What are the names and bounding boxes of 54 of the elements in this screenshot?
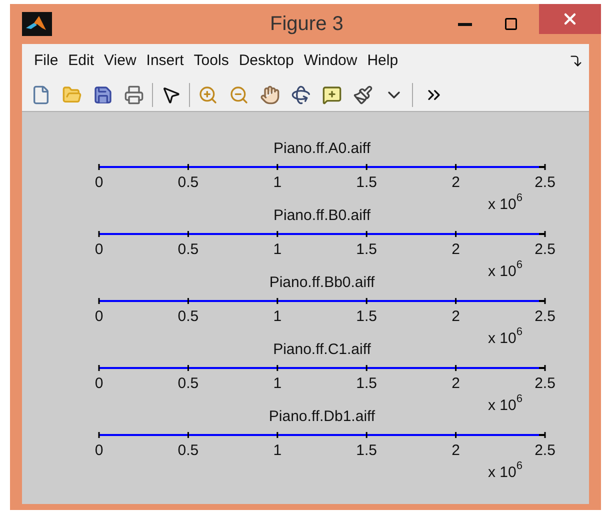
tick-label: 2.5	[534, 308, 556, 325]
menu-item[interactable]: Edit	[68, 50, 94, 72]
app-logo-icon	[22, 12, 52, 36]
tick-label: 2	[452, 241, 460, 258]
menu-item[interactable]: Tools	[194, 50, 229, 72]
tick-label: 1.5	[356, 375, 378, 392]
tick-label: 1	[273, 308, 282, 325]
tick-label: 0	[94, 174, 104, 191]
tick-label: 0	[94, 308, 104, 325]
axis-multiplier: x 10$^{6}$	[488, 460, 522, 481]
plot-title: Piano.ff.A0.aiff	[273, 140, 371, 157]
menu-item[interactable]: Window	[304, 50, 358, 72]
window-title: Figure 3	[270, 12, 344, 37]
tick-label: 2.5	[534, 174, 556, 191]
minimize-icon	[458, 22, 472, 26]
tick-label: 2.5	[534, 241, 556, 258]
tick-label: 0	[94, 375, 104, 392]
tick-label: 1	[273, 174, 282, 191]
tick-label: 2	[452, 375, 460, 392]
plot-title: Piano.ff.Db1.aiff	[268, 408, 376, 425]
tick-label: 0	[94, 442, 104, 459]
tick-label: 0.5	[178, 174, 199, 191]
tick-label: 2.5	[534, 375, 556, 392]
tick-label: 2	[452, 442, 460, 459]
axis-multiplier: x 10$^{6}$	[488, 192, 522, 213]
tick-label: 0.5	[178, 442, 199, 459]
tick-label: 1.5	[356, 308, 378, 325]
menu-overflow-icon[interactable]	[569, 54, 583, 68]
tick-label: 1.5	[356, 174, 378, 191]
close-button[interactable]	[539, 4, 601, 34]
tick-label: 0.5	[178, 308, 199, 325]
tick-label: 0.5	[178, 375, 199, 392]
menu-item[interactable]: Insert	[146, 50, 184, 72]
tick-label: 2	[452, 308, 460, 325]
tick-label: 1	[273, 442, 282, 459]
tick-label: 0	[94, 241, 104, 258]
tick-label: 2.5	[534, 442, 556, 459]
tick-label: 2	[452, 174, 460, 191]
tick-label: 1.5	[356, 442, 378, 459]
menu-item[interactable]: View	[104, 50, 136, 72]
menu-item[interactable]: File	[34, 50, 58, 72]
menu-item[interactable]: Help	[367, 50, 398, 72]
tick-label: 1	[273, 241, 282, 258]
maximize-icon	[504, 17, 518, 31]
tick-label: 0.5	[178, 241, 199, 258]
axis-multiplier: x 10$^{6}$	[488, 326, 522, 347]
axis-multiplier: x 10$^{6}$	[488, 393, 522, 414]
menu-item[interactable]: Desktop	[238, 50, 294, 72]
plot-title: Piano.ff.Bb0.aiff	[269, 274, 375, 291]
plot-title: Piano.ff.C1.aiff	[273, 341, 371, 358]
plot-title: Piano.ff.B0.aiff	[273, 207, 371, 224]
tick-label: 1	[273, 375, 282, 392]
tick-label: 1.5	[356, 241, 378, 258]
axis-multiplier: x 10$^{6}$	[488, 259, 522, 280]
